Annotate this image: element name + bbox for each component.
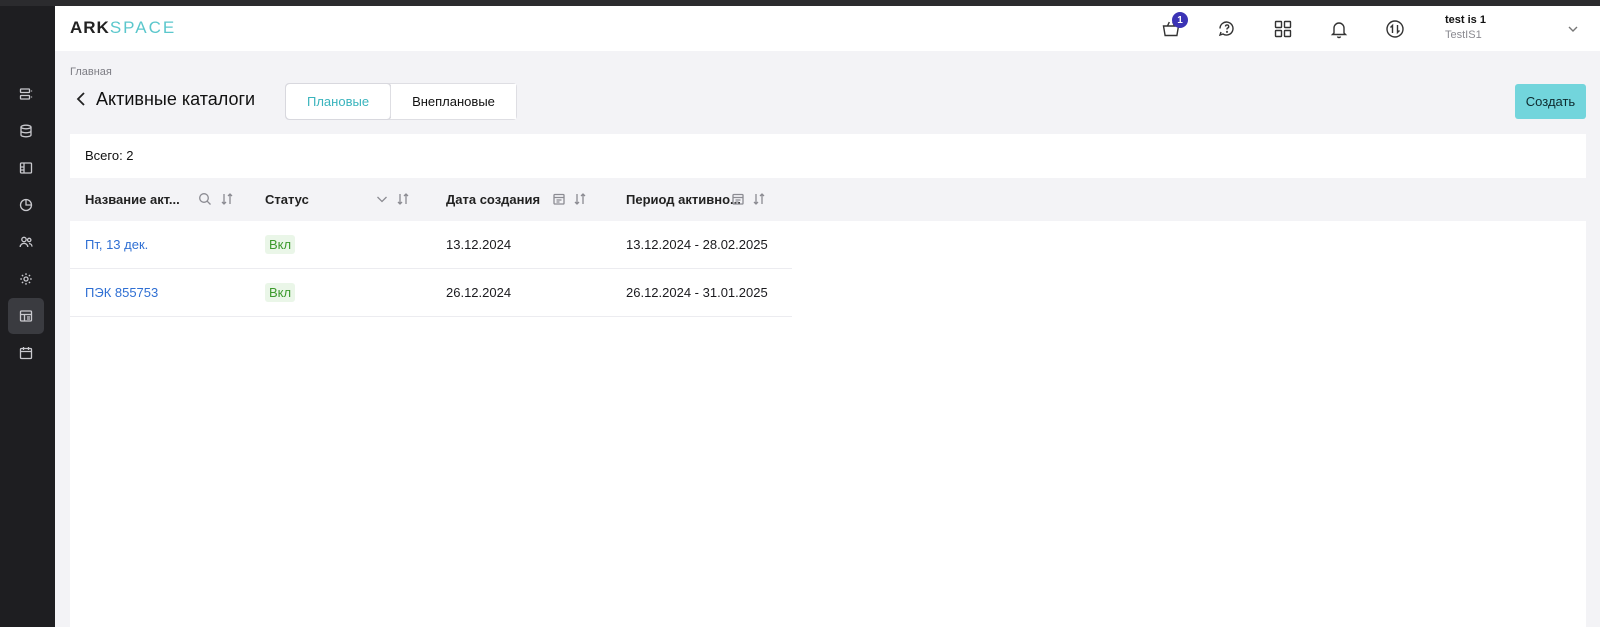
status-badge: Вкл (265, 283, 296, 302)
column-status-filter[interactable] (375, 192, 389, 206)
column-period-sort[interactable] (752, 192, 766, 206)
calendar-icon (732, 193, 744, 205)
column-name-search[interactable] (198, 192, 212, 206)
status-cell: Вкл (265, 221, 296, 268)
column-period-date-filter[interactable] (731, 192, 745, 206)
catalog-table-card: Всего: 2 Название акт... Статус Дата соз… (70, 134, 1586, 627)
catalog-icon (19, 310, 33, 322)
sort-icon (397, 193, 409, 205)
table-row[interactable]: Пт, 13 дек. Вкл 13.12.2024 13.12.2024 - … (70, 221, 792, 269)
list-icon (19, 88, 33, 100)
chevron-left-icon (76, 92, 85, 106)
apps-grid-button[interactable] (1272, 18, 1294, 40)
cart-badge: 1 (1172, 12, 1188, 28)
table-header: Название акт... Статус Дата создания Пер… (70, 178, 1586, 221)
sidebar-item-catalogs[interactable] (8, 298, 44, 334)
top-bar: ARKSPACE 1 test is 1 TestIS1 (55, 6, 1600, 51)
page-title: Активные каталоги (96, 89, 256, 109)
column-header-period[interactable]: Период активно... (626, 178, 741, 221)
sort-icon (753, 193, 765, 205)
calendar-icon (553, 193, 565, 205)
pie-chart-icon (19, 198, 33, 212)
sidebar-item-database[interactable] (8, 113, 44, 149)
sidebar-item-layout[interactable] (8, 150, 44, 186)
sort-icon (221, 193, 233, 205)
search-icon (199, 193, 211, 205)
created-date-cell: 13.12.2024 (446, 237, 512, 252)
sort-icon (574, 193, 586, 205)
sidebar-item-settings[interactable] (8, 261, 44, 297)
back-button[interactable] (74, 91, 88, 107)
sidebar-item-calendar[interactable] (8, 335, 44, 371)
user-menu-chevron[interactable] (1567, 22, 1579, 34)
logo-ark: ARK (70, 18, 110, 37)
active-period-cell: 26.12.2024 - 31.01.2025 (626, 285, 768, 300)
column-name-sort[interactable] (220, 192, 234, 206)
settings-icon (20, 273, 32, 285)
tab-unplanned[interactable]: Внеплановые (391, 84, 516, 119)
catalog-name-link[interactable]: Пт, 13 дек. (85, 221, 148, 268)
tab-planned[interactable]: Плановые (286, 84, 392, 119)
sync-button[interactable] (1384, 18, 1406, 40)
sidebar-item-users[interactable] (8, 224, 44, 260)
users-icon (19, 236, 33, 248)
user-org[interactable]: TestIS1 (1445, 29, 1482, 41)
sidebar-item-analytics[interactable] (8, 187, 44, 223)
status-cell: Вкл (265, 269, 296, 316)
calendar-icon (19, 347, 33, 360)
column-header-status[interactable]: Статус (265, 178, 309, 221)
column-created-sort[interactable] (573, 192, 587, 206)
user-name[interactable]: test is 1 (1445, 14, 1486, 26)
create-button[interactable]: Создать (1515, 84, 1586, 119)
logo[interactable]: ARKSPACE (70, 18, 176, 38)
created-date-cell: 26.12.2024 (446, 285, 512, 300)
bell-icon (1330, 22, 1348, 39)
total-count: Всего: 2 (85, 148, 134, 163)
notifications-button[interactable] (1328, 18, 1350, 40)
column-status-sort[interactable] (396, 192, 410, 206)
breadcrumb[interactable]: Главная (70, 66, 112, 78)
catalog-name-link[interactable]: ПЭК 855753 (85, 269, 158, 316)
cart-button[interactable]: 1 (1160, 12, 1188, 40)
sidebar (0, 6, 55, 627)
catalog-type-tabs: Плановые Внеплановые (285, 83, 517, 120)
column-header-created[interactable]: Дата создания (446, 178, 540, 221)
support-chat-icon (1218, 21, 1234, 37)
logo-space: SPACE (109, 18, 177, 37)
column-created-date-filter[interactable] (552, 192, 566, 206)
database-icon (20, 124, 32, 138)
support-chat-button[interactable] (1216, 18, 1238, 40)
table-row[interactable]: ПЭК 855753 Вкл 26.12.2024 26.12.2024 - 3… (70, 269, 792, 317)
sidebar-item-list[interactable] (8, 76, 44, 112)
active-period-cell: 13.12.2024 - 28.02.2025 (626, 237, 768, 252)
column-header-name[interactable]: Название акт... (85, 178, 180, 221)
chevron-down-icon (377, 196, 387, 203)
apps-grid-icon (1274, 20, 1292, 38)
layout-icon (19, 162, 33, 174)
chevron-down-icon (1568, 26, 1578, 32)
status-badge: Вкл (265, 235, 296, 254)
sync-icon (1386, 20, 1404, 38)
